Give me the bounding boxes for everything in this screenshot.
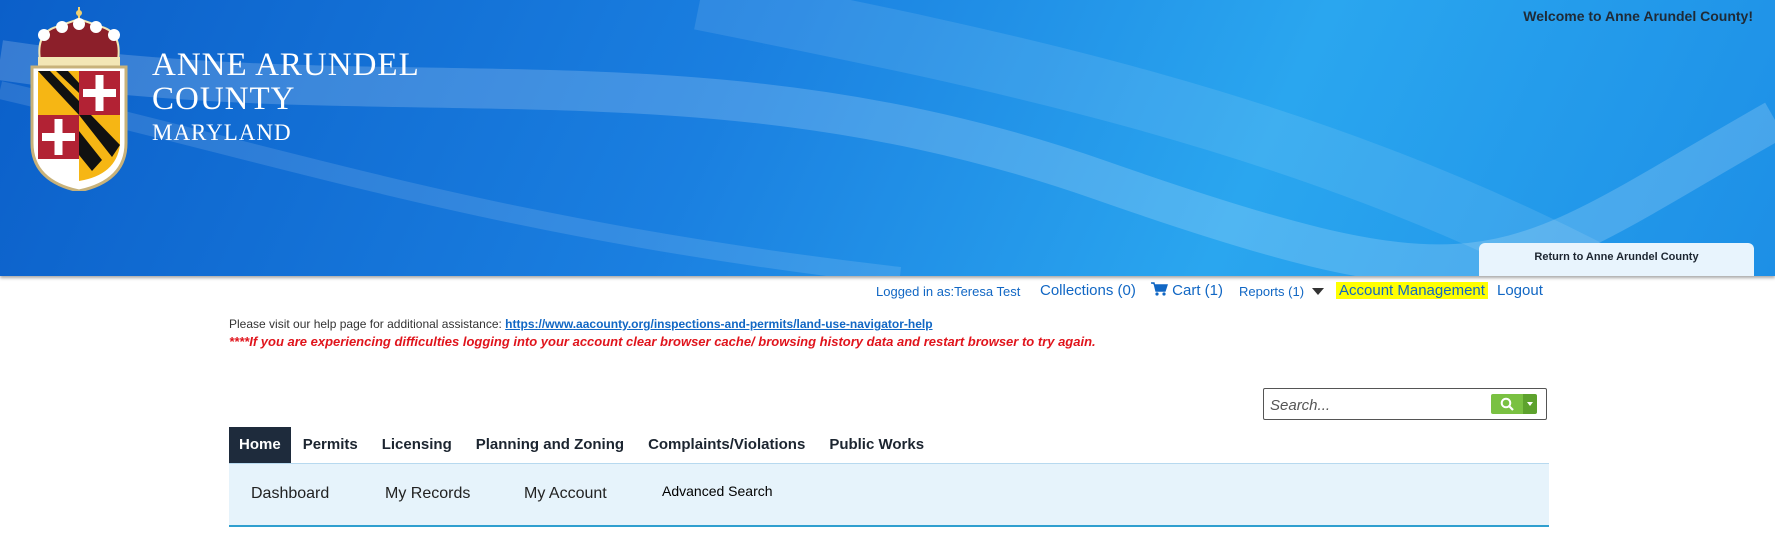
- subnav-my-account[interactable]: My Account: [524, 485, 607, 503]
- help-text: Please visit our help page for additiona…: [229, 317, 506, 331]
- tab-licensing[interactable]: Licensing: [370, 427, 464, 463]
- header-banner: Welcome to Anne Arundel County! ANNE ARU…: [0, 0, 1775, 276]
- county-name-line2: COUNTY: [152, 81, 296, 117]
- main-nav: Home Permits Licensing Planning and Zoni…: [229, 427, 936, 470]
- cart-link[interactable]: Cart (1): [1151, 282, 1223, 299]
- subnav-advanced-search[interactable]: Advanced Search: [662, 483, 773, 499]
- return-to-county-button[interactable]: Return to Anne Arundel County: [1479, 243, 1754, 276]
- caret-down-icon: [1311, 288, 1324, 295]
- cart-label: Cart (1): [1172, 282, 1224, 299]
- search-button[interactable]: [1491, 394, 1523, 414]
- sub-nav: Dashboard My Records My Account Advanced…: [229, 463, 1549, 527]
- collections-link[interactable]: Collections (0): [1040, 282, 1136, 299]
- tab-permits[interactable]: Permits: [291, 427, 370, 463]
- cart-icon: [1151, 282, 1168, 296]
- county-name-line3: MARYLAND: [152, 120, 292, 145]
- login-warning: ****If you are experiencing difficulties…: [229, 334, 1096, 349]
- tab-complaints-violations[interactable]: Complaints/Violations: [636, 427, 817, 463]
- user-bar: Logged in as:Teresa Test Collections (0)…: [0, 280, 1775, 302]
- tab-public-works[interactable]: Public Works: [817, 427, 936, 463]
- tab-planning-and-zoning[interactable]: Planning and Zoning: [464, 427, 636, 463]
- county-name: ANNE ARUNDEL COUNTY MARYLAND: [152, 48, 420, 148]
- tab-home-label: Home: [239, 436, 281, 453]
- help-notice: Please visit our help page for additiona…: [229, 317, 933, 331]
- search-options-dropdown[interactable]: [1523, 394, 1537, 414]
- global-search: [1263, 388, 1547, 420]
- search-input[interactable]: [1268, 393, 1492, 417]
- county-name-line1: ANNE ARUNDEL: [152, 47, 420, 83]
- subnav-dashboard[interactable]: Dashboard: [251, 485, 329, 503]
- search-icon: [1500, 397, 1514, 411]
- logout-link[interactable]: Logout: [1497, 282, 1543, 299]
- caret-down-icon: [1527, 402, 1533, 406]
- maryland-seal-icon[interactable]: [26, 5, 136, 191]
- help-link[interactable]: https://www.aacounty.org/inspections-and…: [505, 317, 932, 331]
- subnav-my-records[interactable]: My Records: [385, 485, 470, 503]
- logged-in-label: Logged in as:Teresa Test: [876, 284, 1021, 299]
- tab-home[interactable]: Home: [229, 427, 291, 470]
- account-management-link[interactable]: Account Management: [1336, 282, 1488, 299]
- reports-label: Reports (1): [1239, 284, 1305, 299]
- reports-menu[interactable]: Reports (1): [1239, 284, 1324, 299]
- welcome-message: Welcome to Anne Arundel County!: [1523, 8, 1753, 24]
